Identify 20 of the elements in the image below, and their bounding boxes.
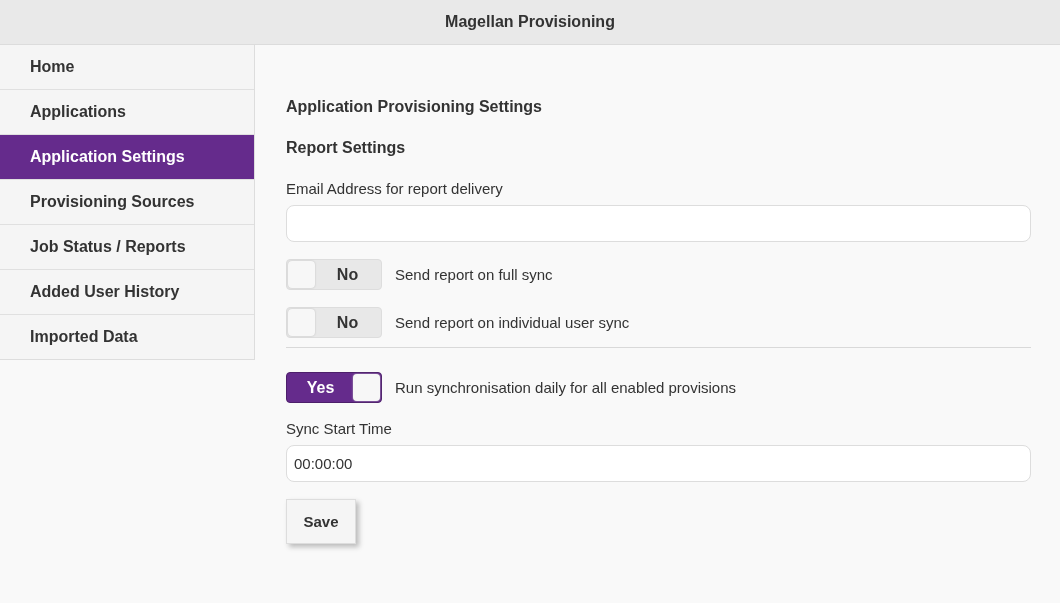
toggle-label: Send report on full sync [395,266,553,283]
toggle-label: Send report on individual user sync [395,314,630,331]
sidebar-item[interactable]: Application Settings [0,135,254,180]
page-title: Application Provisioning Settings [286,98,543,116]
toggle-switch[interactable]: No [286,307,382,338]
input-field[interactable]: 00:00:00 [286,445,1031,482]
toggle-switch[interactable]: No [286,259,382,290]
sidebar-item[interactable]: Home [0,45,254,90]
sidebar-item[interactable]: Provisioning Sources [0,180,254,225]
save-button[interactable]: Save [286,499,356,544]
toggle-label: Run synchronisation daily for all enabled provisions [395,379,737,396]
app-title: Magellan Provisioning [445,13,615,31]
section-title: Report Settings [286,139,407,157]
toggle-switch[interactable]: Yes [286,372,382,403]
sidebar-item[interactable]: Added User History [0,270,254,315]
sidebar-item[interactable]: Job Status / Reports [0,225,254,270]
input-field[interactable] [286,205,1031,242]
field-label: Sync Start Time [286,420,393,437]
sidebar-item[interactable]: Imported Data [0,315,254,359]
field-label: Email Address for report delivery [286,180,504,197]
